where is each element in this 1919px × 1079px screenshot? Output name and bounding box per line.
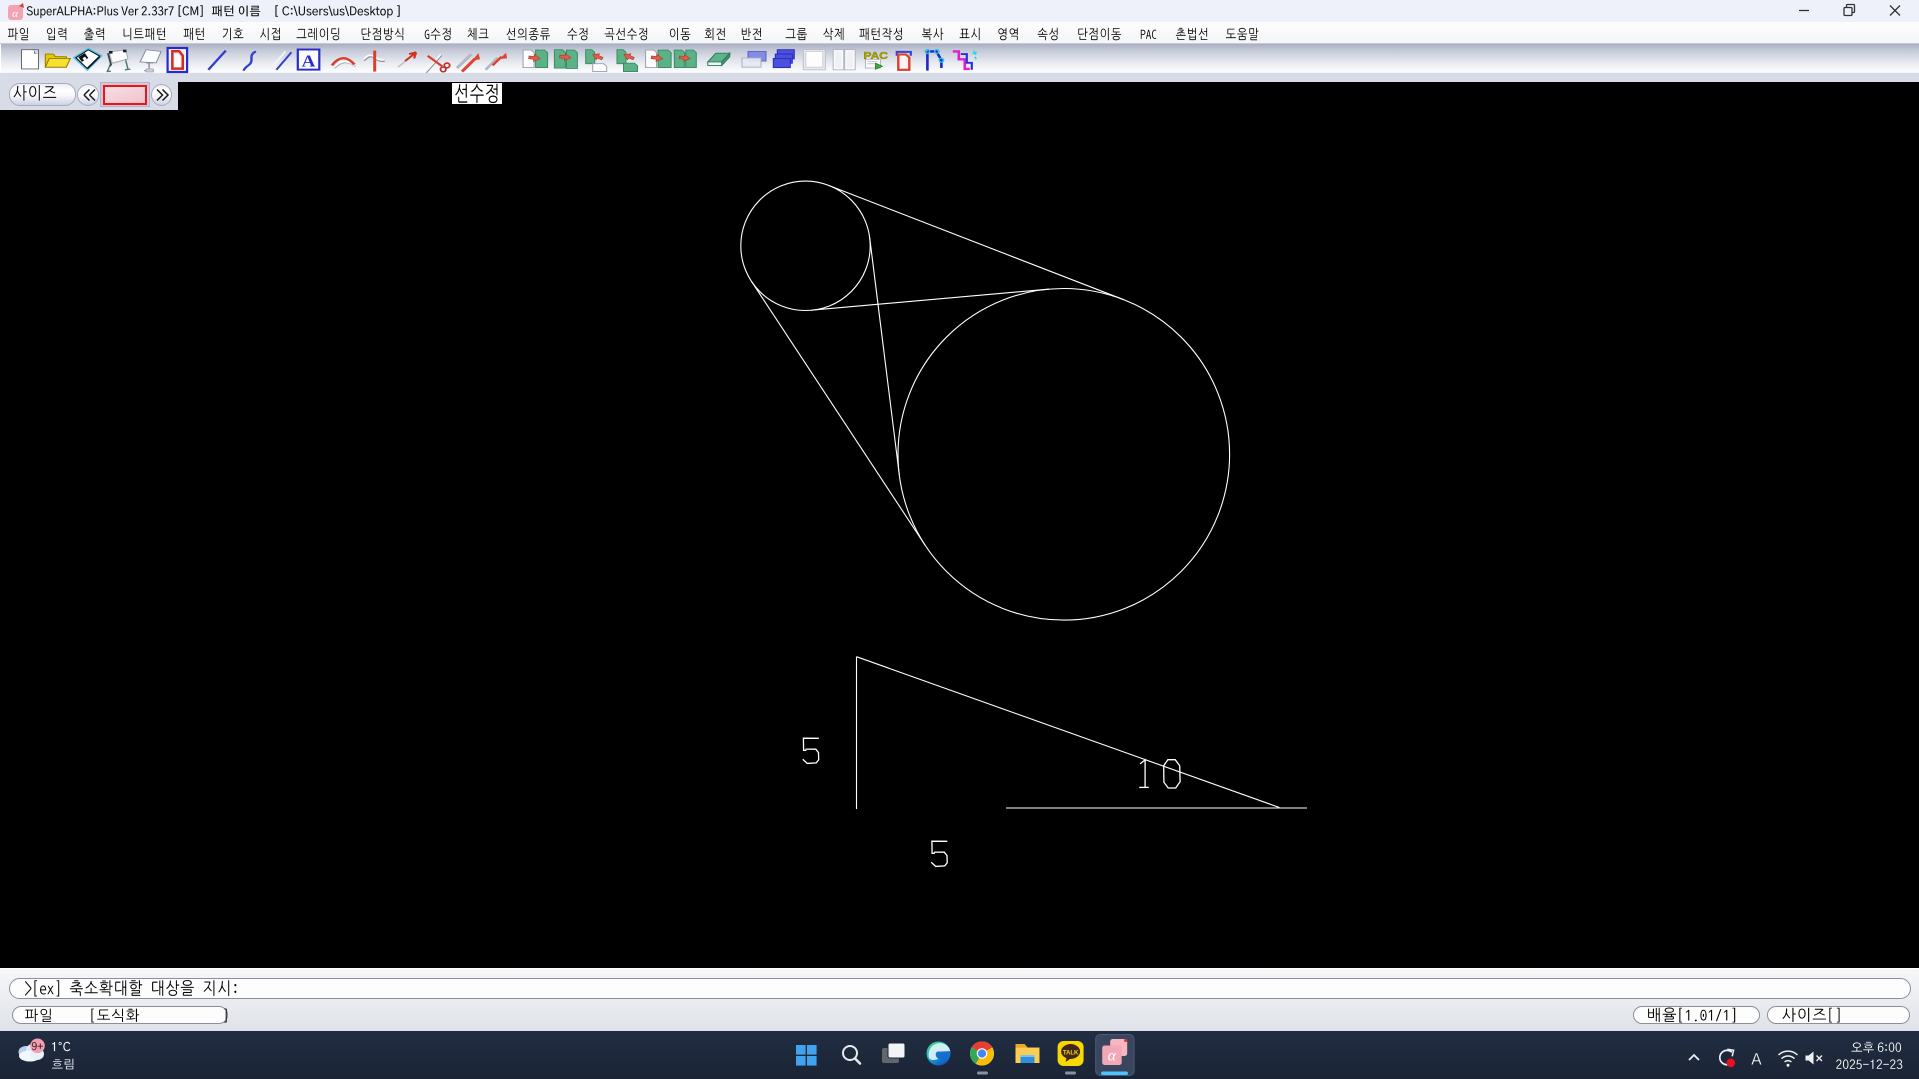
- svg-text:α: α: [1108, 1048, 1117, 1065]
- svg-text:α: α: [12, 8, 18, 20]
- svg-text:PAC: PAC: [864, 50, 888, 61]
- svg-text:A: A: [302, 52, 316, 71]
- svg-text:TALK: TALK: [1063, 1051, 1079, 1057]
